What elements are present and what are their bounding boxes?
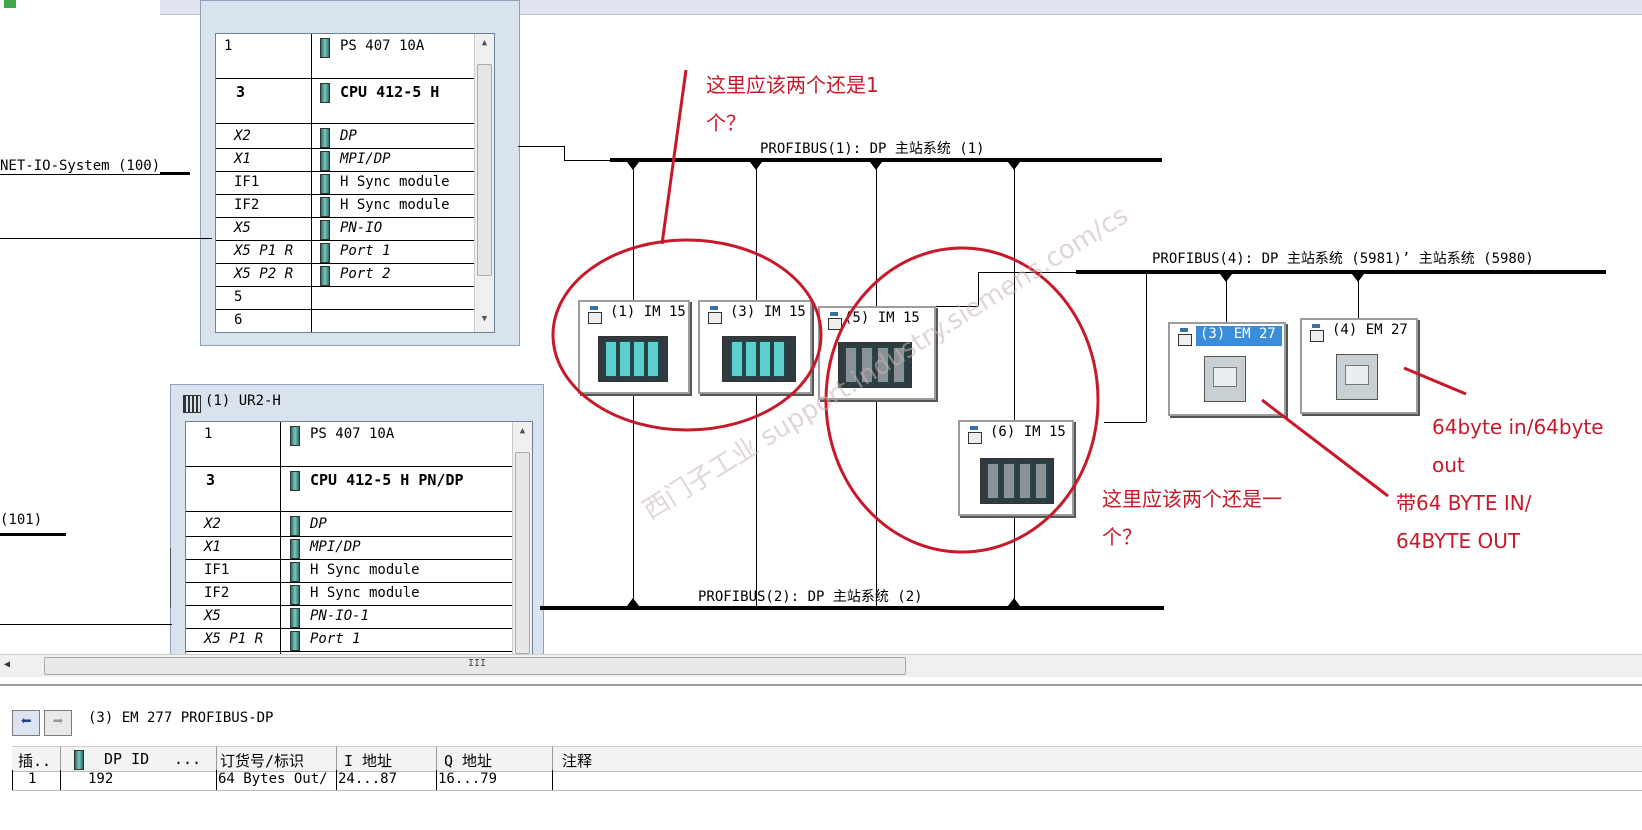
note-line: 这里应该两个还是一: [1102, 487, 1282, 511]
annotation-circle-1: [551, 238, 823, 432]
annotation-note-4: 64byte in/64byte out: [1432, 408, 1604, 484]
cell-order: 64 Bytes Out/: [218, 771, 328, 787]
cell-q-addr: 16...79: [438, 771, 498, 787]
column-header-order[interactable]: 订货号/标识: [220, 750, 304, 771]
annotation-pointer-1: [660, 69, 688, 245]
note-line: 64BYTE OUT: [1396, 529, 1521, 553]
grip-icon: III: [468, 658, 487, 669]
note-line: 个？: [706, 111, 746, 135]
detail-title: (3) EM 277 PROFIBUS-DP: [88, 710, 274, 726]
back-arrow-icon: ⬅: [20, 711, 32, 732]
note-line: out: [1432, 453, 1465, 477]
annotation-note-2: 这里应该两个还是一 个？: [1102, 480, 1282, 556]
annotation-circle-2: [824, 246, 1100, 554]
note-line: 个？: [1102, 525, 1142, 549]
note-line: 这里应该两个还是1: [706, 73, 879, 97]
annotation-pointer-3: [1403, 366, 1467, 396]
annotation-note-1: 这里应该两个还是1 个？: [706, 66, 879, 142]
column-header-comment[interactable]: 注释: [562, 750, 592, 771]
column-header-i-addr[interactable]: I 地址: [344, 750, 392, 771]
column-header-more[interactable]: ...: [174, 750, 201, 768]
forward-button[interactable]: ➡: [44, 710, 72, 736]
column-header-q-addr[interactable]: Q 地址: [444, 750, 492, 771]
forward-arrow-icon: ➡: [52, 711, 64, 732]
module-icon: [74, 750, 84, 770]
note-line: 带64 BYTE IN/: [1396, 491, 1532, 515]
detail-table-header: 插.. DP ID ... 订货号/标识 I 地址 Q 地址 注释: [12, 746, 1642, 772]
cell-i-addr: 24...87: [338, 771, 398, 787]
horizontal-scrollbar[interactable]: ◀ III: [0, 654, 1642, 677]
annotation-note-3: 带64 BYTE IN/ 64BYTE OUT: [1396, 484, 1531, 560]
table-row[interactable]: 1 192 64 Bytes Out/ 24...87 16...79: [12, 770, 1642, 791]
cell-slot: 1: [28, 771, 37, 787]
column-header-slot[interactable]: 插..: [18, 750, 51, 771]
column-header-dpid[interactable]: DP ID: [104, 750, 149, 768]
watermark: 西门子工业 support.industry.siemens.com/cs: [638, 201, 1134, 526]
scroll-left-icon[interactable]: ◀: [4, 659, 10, 670]
note-line: 64byte in/64byte: [1432, 415, 1604, 439]
back-button[interactable]: ⬅: [12, 710, 40, 736]
cell-dpid: 192: [88, 771, 114, 787]
detail-panel: ⬅ ➡ (3) EM 277 PROFIBUS-DP 插.. DP ID ...…: [0, 684, 1642, 830]
